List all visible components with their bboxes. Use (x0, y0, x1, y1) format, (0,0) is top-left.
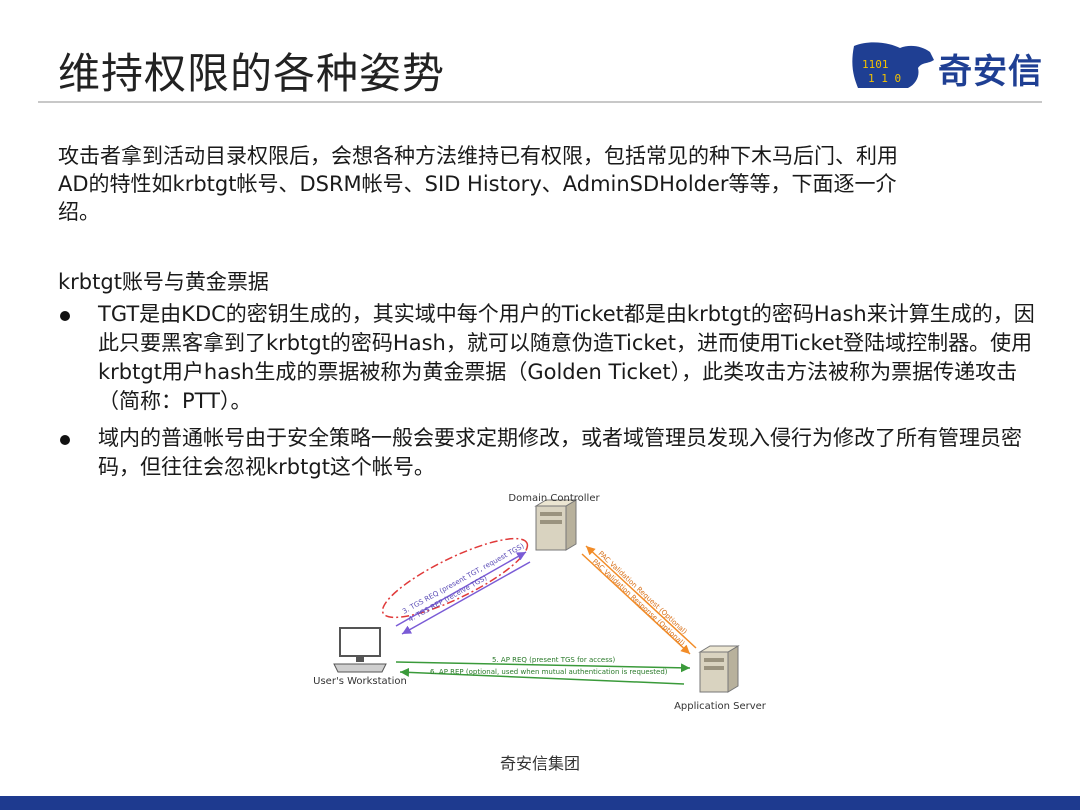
footer-bar (0, 796, 1080, 810)
title-divider (38, 101, 1042, 103)
intro-paragraph: 攻击者拿到活动目录权限后，会想各种方法维持已有权限，包括常见的种下木马后门、利用… (58, 142, 1048, 226)
bullet-icon (60, 435, 70, 445)
server-icon (534, 499, 578, 551)
logo-text: 奇安信 (938, 52, 1043, 92)
list-item: 域内的普通帐号由于安全策略一般会要求定期修改，或者域管理员发现入侵行为修改了所有… (58, 424, 1038, 482)
pac-resp-label: PAC Validation Response (Optional) (591, 558, 687, 648)
ap-req-label: 5. AP REQ (present TGS for access) (492, 656, 616, 664)
list-item: TGT是由KDC的密钥生成的，其实域中每个用户的Ticket都是由krbtgt的… (58, 300, 1038, 416)
svg-text:1101: 1101 (862, 58, 889, 71)
kerberos-diagram: Domain Controller User's Workstation App… (313, 493, 767, 712)
app-server-label: Application Server (674, 701, 767, 712)
intro-line-2: AD的特性如krbtgt帐号、DSRM帐号、SID History、AdminS… (58, 172, 897, 196)
bullet-list: TGT是由KDC的密钥生成的，其实域中每个用户的Ticket都是由krbtgt的… (58, 300, 1038, 490)
domain-controller-label: Domain Controller (508, 493, 600, 504)
svg-text:1 1 0: 1 1 0 (868, 72, 901, 85)
footer-text: 奇安信集团 (499, 754, 580, 773)
intro-line-3: 绍。 (58, 200, 100, 224)
bullet-text: TGT是由KDC的密钥生成的，其实域中每个用户的Ticket都是由krbtgt的… (98, 302, 1035, 413)
intro-line-1: 攻击者拿到活动目录权限后，会想各种方法维持已有权限，包括常见的种下木马后门、利用 (58, 144, 898, 168)
pac-req-label: PAC Validation Request (Optional) (597, 550, 689, 637)
workstation-label: User's Workstation (313, 676, 407, 687)
bullet-text: 域内的普通帐号由于安全策略一般会要求定期修改，或者域管理员发现入侵行为修改了所有… (98, 426, 1022, 479)
server-icon (698, 645, 740, 693)
slide-title: 维持权限的各种姿势 (58, 49, 446, 98)
section-title: krbtgt账号与黄金票据 (58, 270, 269, 294)
workstation-icon (333, 627, 387, 673)
bullet-icon (60, 311, 70, 321)
ap-rep-label: 6. AP REP (optional, used when mutual au… (430, 668, 668, 676)
